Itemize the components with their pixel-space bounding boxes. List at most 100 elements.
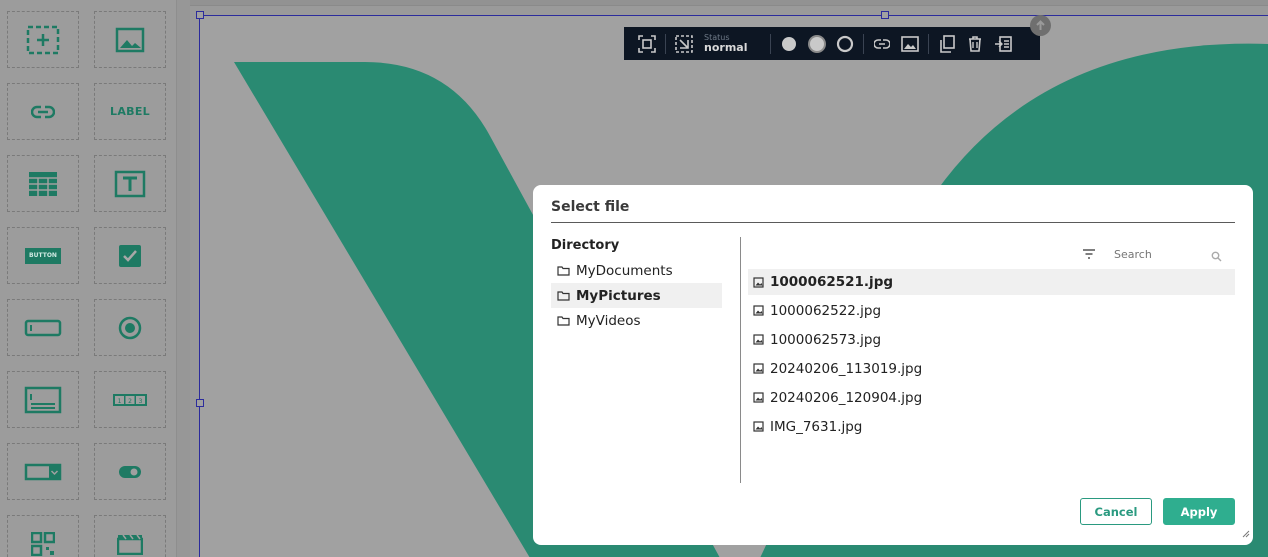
crop-icon [675, 34, 693, 53]
video-tile[interactable] [94, 515, 166, 557]
toggle-tile[interactable] [94, 443, 166, 500]
resize-handle-middle-left[interactable] [196, 399, 204, 407]
link-icon [31, 105, 55, 118]
toolbar-divider [665, 33, 666, 54]
link-icon [874, 38, 890, 49]
file-row[interactable]: 1000062522.jpg [748, 296, 1235, 325]
button-tile[interactable]: BUTTON [7, 227, 79, 284]
file-name: 1000062522.jpg [770, 302, 882, 319]
filled-circle-icon [782, 36, 796, 51]
file-name: 20240206_120904.jpg [770, 389, 923, 406]
directory-list: MyDocuments MyPictures MyVideos [551, 258, 722, 333]
textarea-tile[interactable] [7, 371, 79, 428]
file-row[interactable]: 1000062573.jpg [748, 325, 1235, 354]
fit-button[interactable] [633, 27, 661, 60]
fill-solid-button[interactable] [775, 27, 803, 60]
fill-shadow-button[interactable] [803, 27, 831, 60]
pagination-tile[interactable]: 123 [94, 371, 166, 428]
image-file-icon [753, 392, 764, 403]
image-file-icon [753, 363, 764, 374]
table-tile[interactable] [7, 155, 79, 212]
directory-label: MyDocuments [576, 262, 673, 279]
element-toolbar: Status normal [624, 27, 1040, 60]
outline-circle-icon [836, 35, 854, 52]
text-T-icon [114, 170, 146, 197]
button-tile-shape: BUTTON [25, 247, 61, 264]
toolbar-divider [928, 33, 929, 54]
qr-code-icon [31, 531, 55, 556]
select-file-dialog: Select file Directory MyDocuments MyPict… [533, 185, 1253, 545]
textarea-icon [24, 386, 62, 413]
directory-item-mydocuments[interactable]: MyDocuments [551, 258, 722, 283]
toggle-icon [119, 465, 141, 478]
file-row[interactable]: IMG_7631.jpg [748, 412, 1235, 441]
delete-button[interactable] [961, 27, 989, 60]
outline-button[interactable] [831, 27, 859, 60]
directory-item-mypictures[interactable]: MyPictures [551, 283, 722, 308]
image-file-icon [753, 334, 764, 345]
dialog-title: Select file [551, 199, 630, 215]
resize-handle-top-center[interactable] [881, 11, 889, 19]
shadow-circle-icon [808, 34, 826, 53]
cancel-button[interactable]: Cancel [1080, 498, 1152, 525]
directory-item-myvideos[interactable]: MyVideos [551, 308, 722, 333]
input-tile[interactable] [7, 299, 79, 356]
status-indicator[interactable]: Status normal [704, 33, 766, 54]
crop-button[interactable] [670, 27, 698, 60]
table-icon [29, 171, 57, 196]
move-to-front-button[interactable] [989, 27, 1017, 60]
svg-text:1: 1 [118, 398, 122, 405]
dropdown-tile[interactable] [7, 443, 79, 500]
toolbar-divider [863, 33, 864, 54]
palette-gutter [177, 0, 190, 557]
image-file-icon [753, 305, 764, 316]
search-icon[interactable] [1211, 247, 1222, 266]
directory-label: MyVideos [576, 312, 641, 329]
radio-tile[interactable] [94, 299, 166, 356]
file-name: 1000062521.jpg [770, 274, 894, 290]
qrcode-tile[interactable] [7, 515, 79, 557]
link-tile[interactable] [7, 83, 79, 140]
file-row[interactable]: 20240206_113019.jpg [748, 354, 1235, 383]
apply-button[interactable]: Apply [1163, 498, 1235, 525]
video-icon [117, 534, 143, 555]
directory-heading: Directory [551, 238, 620, 253]
arrow-into-box-icon [995, 35, 1012, 52]
pane-divider [740, 237, 741, 483]
dropdown-icon [24, 463, 62, 480]
folder-icon [557, 265, 570, 276]
file-list: 1000062521.jpg 1000062522.jpg 1000062573… [748, 269, 1235, 441]
checkbox-tile[interactable] [94, 227, 166, 284]
pagination-icon: 123 [113, 393, 147, 406]
text-tile[interactable] [94, 155, 166, 212]
component-palette: LABEL BUTTON 123 [0, 0, 177, 557]
add-container-tile[interactable] [7, 11, 79, 68]
file-row[interactable]: 20240206_120904.jpg [748, 383, 1235, 412]
arrow-up-icon [1036, 20, 1045, 30]
resize-handle-top-left[interactable] [196, 11, 204, 19]
file-row[interactable]: 1000062521.jpg [748, 269, 1235, 295]
image-file-icon [753, 276, 764, 288]
title-divider [551, 222, 1235, 223]
label-tile[interactable]: LABEL [94, 83, 166, 140]
search-input[interactable] [1107, 243, 1225, 265]
svg-text:3: 3 [139, 398, 143, 405]
file-name: 20240206_113019.jpg [770, 360, 923, 377]
image-file-icon [753, 421, 764, 432]
replace-image-button[interactable] [896, 27, 924, 60]
folder-icon [557, 315, 570, 326]
input-field-icon [24, 319, 62, 336]
file-name: 1000062573.jpg [770, 331, 882, 348]
trash-icon [969, 35, 981, 52]
label-tile-text: LABEL [110, 105, 150, 118]
image-tile[interactable] [94, 11, 166, 68]
upload-button[interactable] [1030, 15, 1051, 36]
top-strip [190, 0, 1268, 6]
duplicate-button[interactable] [933, 27, 961, 60]
folder-icon [557, 290, 570, 301]
link-button[interactable] [868, 27, 896, 60]
toolbar-divider [770, 33, 771, 54]
fit-frame-icon [638, 34, 656, 53]
filter-icon[interactable] [1082, 245, 1096, 264]
resize-grip-icon[interactable] [1242, 523, 1250, 542]
